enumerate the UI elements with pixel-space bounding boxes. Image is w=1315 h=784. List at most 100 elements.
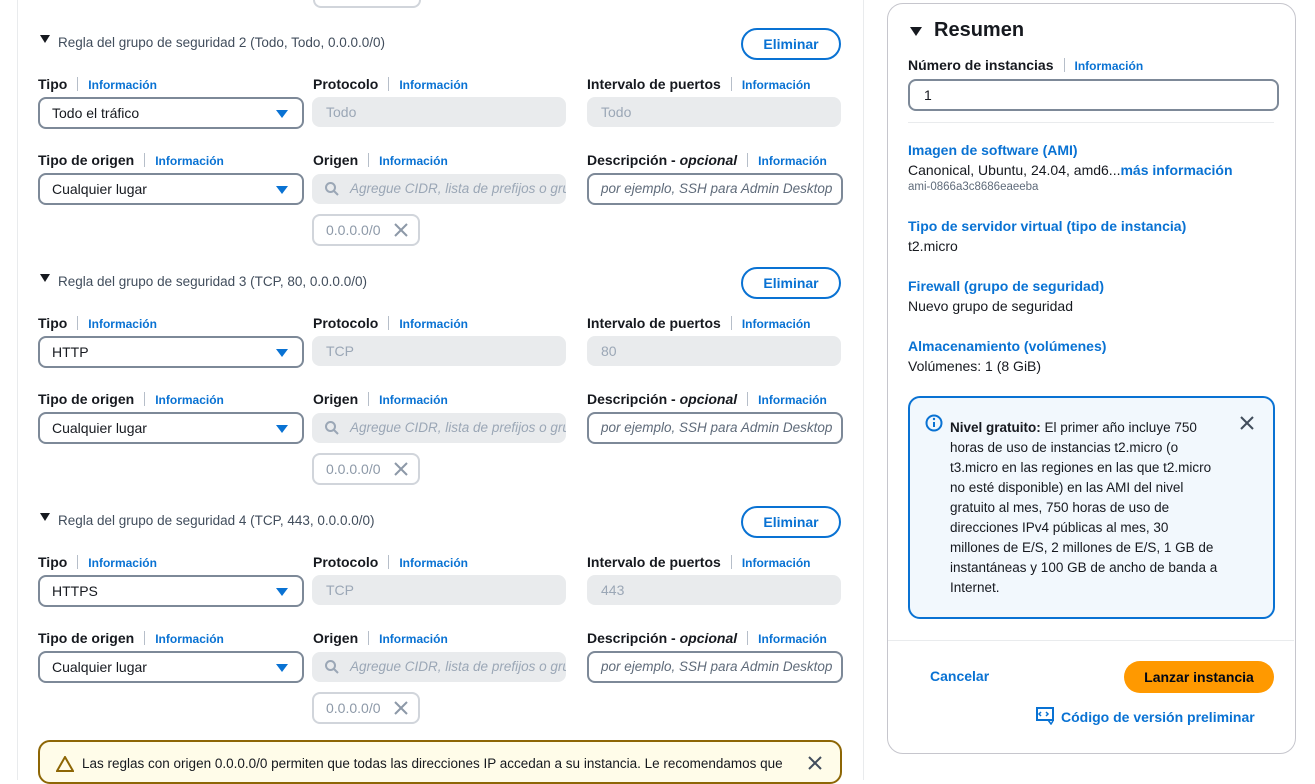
cidr-token: 0.0.0.0/0	[312, 453, 420, 485]
info-icon	[925, 414, 943, 432]
info-link[interactable]: Información	[399, 556, 468, 570]
info-link[interactable]: Información	[88, 556, 157, 570]
type-label: Tipo Información	[38, 315, 157, 331]
rule-title: Regla del grupo de seguridad 2 (Todo, To…	[58, 35, 385, 50]
source-search-input[interactable]: Agregue CIDR, lista de prefijos o grupo …	[312, 174, 566, 204]
divider	[888, 640, 1294, 641]
more-info-link[interactable]: más información	[1120, 162, 1232, 178]
cancel-button[interactable]: Cancelar	[930, 668, 989, 684]
source-type-select[interactable]: Cualquier lugar	[38, 412, 304, 444]
close-icon[interactable]	[394, 462, 408, 476]
protocol-label: Protocolo Información	[313, 554, 469, 570]
protocol-field: Todo	[312, 97, 566, 127]
type-select[interactable]: HTTP	[38, 336, 304, 368]
instance-type-value: t2.micro	[908, 238, 958, 254]
type-label: Tipo Información	[38, 76, 157, 92]
open-access-warning: Las reglas con origen 0.0.0.0/0 permiten…	[38, 740, 842, 784]
description-input[interactable]: por ejemplo, SSH para Admin Desktop	[587, 412, 843, 444]
summary-title: Resumen	[934, 19, 1025, 41]
info-link[interactable]: Información	[1075, 59, 1144, 73]
info-link[interactable]: Información	[399, 78, 468, 92]
dropdown-icon	[276, 425, 288, 433]
info-link[interactable]: Información	[379, 632, 448, 646]
info-link[interactable]: Información	[742, 317, 811, 331]
close-icon[interactable]	[394, 223, 408, 237]
dropdown-icon	[276, 664, 288, 672]
ami-link[interactable]: Imagen de software (AMI)	[908, 142, 1078, 158]
info-link[interactable]: Información	[758, 393, 827, 407]
divider	[908, 122, 1274, 123]
source-type-label: Tipo de origen Información	[38, 630, 224, 646]
caret-down-icon[interactable]	[40, 274, 50, 282]
delete-rule-button[interactable]: Eliminar	[741, 28, 841, 60]
free-tier-message: Nivel gratuito: El primer año incluye 75…	[950, 420, 1218, 595]
protocol-field: TCP	[312, 336, 566, 366]
info-link[interactable]: Información	[399, 317, 468, 331]
ami-description: Canonical, Ubuntu, 24.04, amd6...más inf…	[908, 162, 1233, 178]
description-label: Descripción - opcional Información	[587, 152, 827, 168]
launch-instance-button[interactable]: Lanzar instancia	[1124, 661, 1274, 693]
info-link[interactable]: Información	[742, 78, 811, 92]
storage-value: Volúmenes: 1 (8 GiB)	[908, 358, 1042, 374]
source-type-label: Tipo de origen Información	[38, 391, 224, 407]
port-range-label: Intervalo de puertos Información	[587, 315, 811, 331]
close-icon[interactable]	[1239, 415, 1255, 431]
caret-down-icon[interactable]	[40, 513, 50, 521]
caret-down-icon[interactable]	[910, 27, 922, 36]
info-link[interactable]: Información	[155, 393, 224, 407]
description-input[interactable]: por ejemplo, SSH para Admin Desktop	[587, 651, 843, 683]
rule-header[interactable]: Regla del grupo de seguridad 2 (Todo, To…	[38, 28, 848, 66]
type-label: Tipo Información	[38, 554, 157, 570]
search-icon	[325, 660, 339, 674]
source-search-input[interactable]: Agregue CIDR, lista de prefijos o grupo …	[312, 652, 566, 682]
rule-header[interactable]: Regla del grupo de seguridad 4 (TCP, 443…	[38, 506, 848, 544]
info-link[interactable]: Información	[155, 154, 224, 168]
storage-link[interactable]: Almacenamiento (volúmenes)	[908, 338, 1106, 354]
rule-header[interactable]: Regla del grupo de seguridad 3 (TCP, 80,…	[38, 267, 848, 305]
type-select[interactable]: HTTPS	[38, 575, 304, 607]
port-range-field: 80	[587, 336, 841, 366]
close-icon[interactable]	[808, 756, 822, 770]
caret-down-icon[interactable]	[40, 35, 50, 43]
source-label: Origen Información	[313, 391, 448, 407]
instance-type-link[interactable]: Tipo de servidor virtual (tipo de instan…	[908, 218, 1186, 234]
delete-rule-button[interactable]: Eliminar	[741, 267, 841, 299]
description-input[interactable]: por ejemplo, SSH para Admin Desktop	[587, 173, 843, 205]
info-link[interactable]: Información	[155, 632, 224, 646]
description-label: Descripción - opcional Información	[587, 391, 827, 407]
port-range-field: Todo	[587, 97, 841, 127]
info-link[interactable]: Información	[742, 556, 811, 570]
info-link[interactable]: Información	[758, 632, 827, 646]
delete-rule-button[interactable]: Eliminar	[741, 506, 841, 538]
info-link[interactable]: Información	[758, 154, 827, 168]
instances-label: Número de instancias Información	[908, 57, 1144, 73]
info-link[interactable]: Información	[88, 78, 157, 92]
type-select[interactable]: Todo el tráfico	[38, 97, 304, 129]
search-icon	[325, 182, 339, 196]
port-range-field: 443	[587, 575, 841, 605]
dropdown-icon	[276, 349, 288, 357]
source-search-input[interactable]: Agregue CIDR, lista de prefijos o grupo …	[312, 413, 566, 443]
info-link[interactable]: Información	[88, 317, 157, 331]
firewall-link[interactable]: Firewall (grupo de seguridad)	[908, 278, 1104, 294]
close-icon[interactable]	[394, 701, 408, 715]
source-type-select[interactable]: Cualquier lugar	[38, 173, 304, 205]
ami-id: ami-0866a3c8686eaeeba	[908, 181, 1039, 193]
search-icon	[325, 421, 339, 435]
info-link[interactable]: Información	[379, 154, 448, 168]
instances-input[interactable]: 1	[908, 79, 1279, 111]
protocol-label: Protocolo Información	[313, 76, 469, 92]
source-label: Origen Información	[313, 630, 448, 646]
source-type-select[interactable]: Cualquier lugar	[38, 651, 304, 683]
rule-title: Regla del grupo de seguridad 3 (TCP, 80,…	[58, 274, 367, 289]
prev-rule-input-stub	[313, 0, 421, 8]
source-type-label: Tipo de origen Información	[38, 152, 224, 168]
firewall-value: Nuevo grupo de seguridad	[908, 298, 1074, 314]
summary-panel	[887, 3, 1296, 754]
rule-title: Regla del grupo de seguridad 4 (TCP, 443…	[58, 513, 375, 528]
cidr-token: 0.0.0.0/0	[312, 214, 420, 246]
info-link[interactable]: Información	[379, 393, 448, 407]
port-range-label: Intervalo de puertos Información	[587, 76, 811, 92]
source-label: Origen Información	[313, 152, 448, 168]
dropdown-icon	[276, 186, 288, 194]
